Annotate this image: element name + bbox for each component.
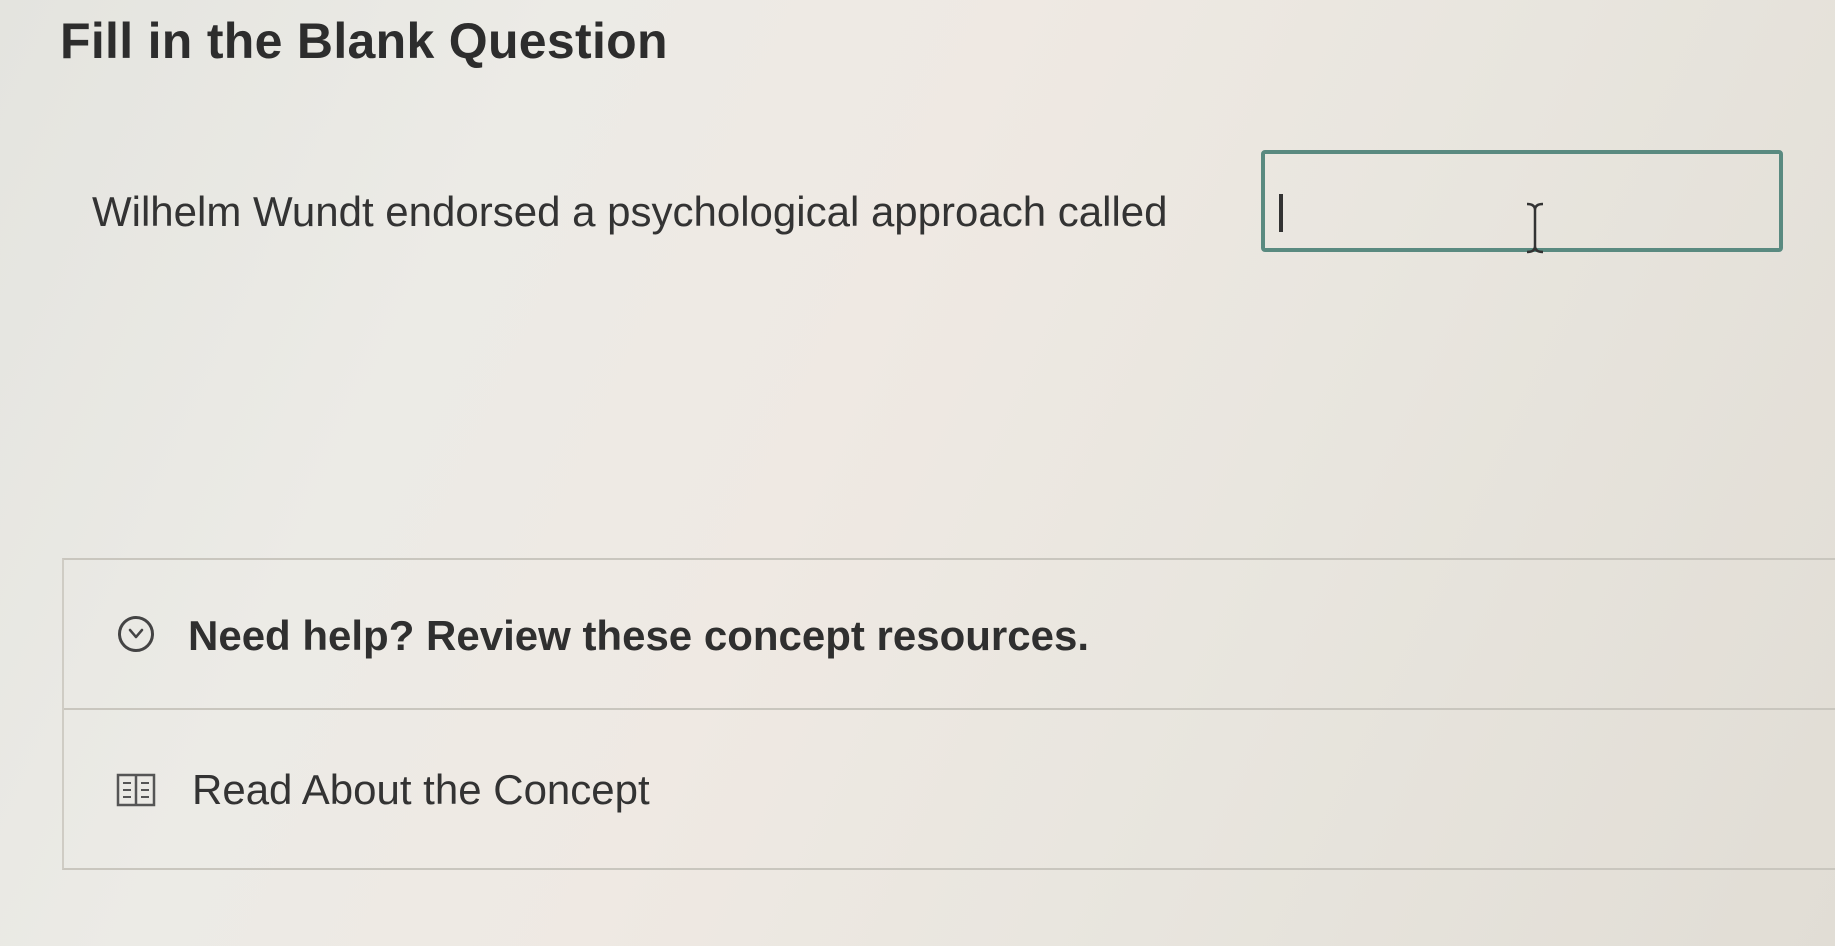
read-about-concept-link[interactable]: Read About the Concept — [64, 710, 1835, 870]
concept-resources-toggle[interactable]: Need help? Review these concept resource… — [64, 560, 1835, 710]
page-title: Fill in the Blank Question — [60, 13, 668, 69]
answer-blank-input[interactable] — [1261, 150, 1783, 252]
text-caret — [1279, 194, 1283, 232]
chevron-down-circle-icon — [118, 616, 154, 652]
read-about-concept-label: Read About the Concept — [192, 766, 650, 813]
ibeam-cursor-icon — [1526, 202, 1544, 254]
book-icon — [116, 773, 156, 807]
question-prompt: Wilhelm Wundt endorsed a psychological a… — [92, 188, 1168, 235]
help-panel: Need help? Review these concept resource… — [62, 558, 1835, 870]
question-row: Wilhelm Wundt endorsed a psychological a… — [92, 150, 1792, 260]
concept-resources-label: Need help? Review these concept resource… — [188, 612, 1089, 659]
